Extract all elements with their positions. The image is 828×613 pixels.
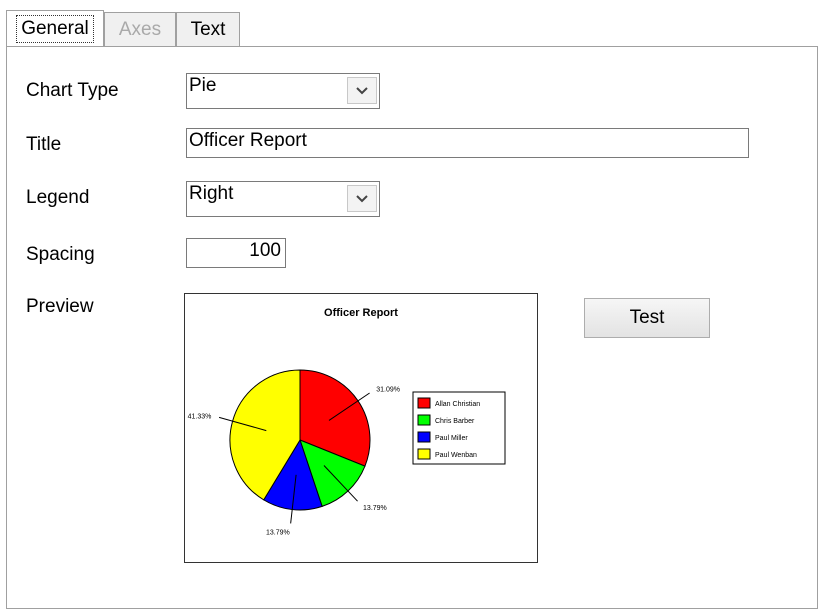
tab-general[interactable]: General xyxy=(6,10,104,46)
slice-percent-label: 13.79% xyxy=(363,505,387,512)
title-label: Title xyxy=(26,134,62,155)
chart-title: Officer Report xyxy=(324,307,398,319)
tab-strip: General Axes Text xyxy=(0,0,828,48)
tab-text-label: Text xyxy=(190,18,226,40)
tab-general-label: General xyxy=(16,14,94,43)
chart-preview: Officer Report 31.09% 13.79% 13.79% 41.33% … xyxy=(184,293,538,563)
legend-swatch xyxy=(417,448,431,460)
legend-label: Chris Barber xyxy=(435,418,475,425)
legend-swatch xyxy=(417,431,431,443)
title-value: Officer Report xyxy=(189,130,307,151)
slice-percent-label: 31.09% xyxy=(376,387,400,394)
pie-chart: Officer Report 31.09%13.79%13.79%41.33% … xyxy=(188,307,506,536)
legend-value: Right xyxy=(189,183,234,204)
chart-type-select[interactable]: Pie xyxy=(186,73,380,109)
spacing-field[interactable]: 100 xyxy=(186,238,286,268)
chevron-down-icon[interactable] xyxy=(347,185,377,212)
legend-label: Paul Miller xyxy=(435,435,468,442)
legend-label: Legend xyxy=(26,187,90,208)
tab-axes-label: Axes xyxy=(118,18,162,40)
title-field[interactable]: Officer Report xyxy=(186,128,749,158)
legend-swatch xyxy=(417,397,431,409)
spacing-value: 100 xyxy=(249,240,281,261)
chevron-down-icon[interactable] xyxy=(347,77,377,104)
legend-label: Allan Christian xyxy=(435,401,480,408)
spacing-label: Spacing xyxy=(26,244,95,265)
preview-label: Preview xyxy=(26,296,94,317)
tab-text[interactable]: Text xyxy=(176,12,240,46)
legend-select[interactable]: Right xyxy=(186,181,380,217)
chart-type-value: Pie xyxy=(189,75,217,96)
chart-type-label: Chart Type xyxy=(26,80,119,101)
slice-percent-label: 13.79% xyxy=(266,529,290,536)
test-button[interactable]: Test xyxy=(584,298,710,338)
test-button-label: Test xyxy=(629,307,665,328)
legend-label: Paul Wenban xyxy=(435,452,477,459)
legend-swatch xyxy=(417,414,431,426)
tab-axes[interactable]: Axes xyxy=(104,12,176,46)
slice-percent-label: 41.33% xyxy=(188,413,212,420)
